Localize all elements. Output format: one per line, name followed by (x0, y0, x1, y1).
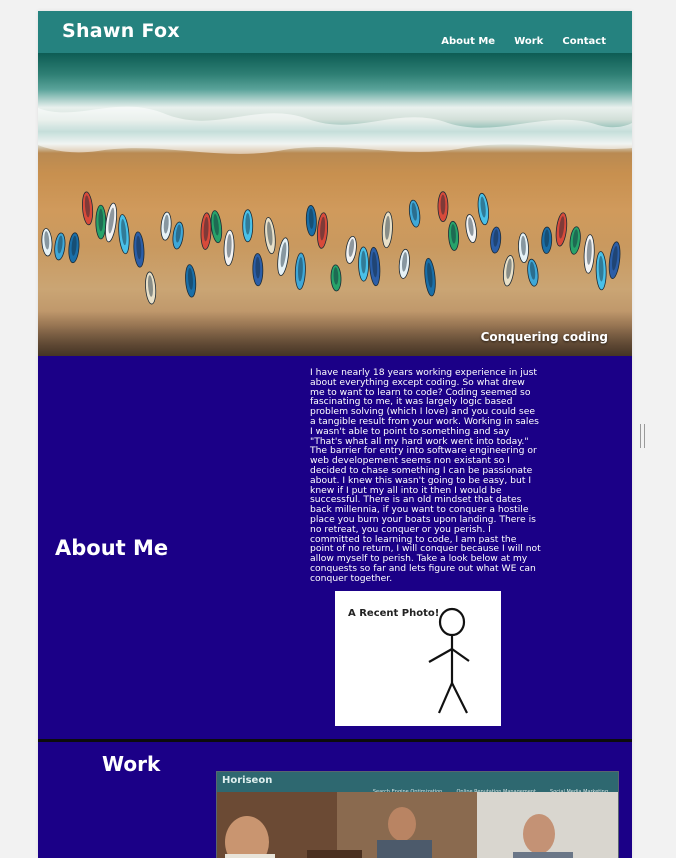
boat-shape (105, 202, 118, 243)
boat-shape (595, 251, 607, 291)
boat-shape (68, 232, 80, 264)
boat-shape (133, 231, 145, 268)
boat-shape (95, 204, 107, 240)
boat-shape (555, 212, 568, 247)
work-heading: Work (102, 752, 161, 776)
boat-shape (541, 226, 553, 254)
boat-shape (242, 209, 254, 243)
boat-shape (210, 210, 223, 244)
boat-shape (437, 191, 449, 223)
boat-shape (608, 241, 621, 279)
main-nav: About Me Work Contact (427, 29, 606, 48)
boat-shape (569, 226, 581, 255)
boat-shape (277, 237, 290, 276)
stick-figure-icon (428, 607, 470, 714)
about-section: About Me I have nearly 18 years working … (38, 356, 632, 739)
boat-shape (345, 235, 357, 264)
recent-photo: A Recent Photo! (335, 591, 501, 726)
boat-shape (369, 246, 381, 287)
boat-shape (477, 192, 490, 226)
nav-about-me[interactable]: About Me (441, 36, 495, 47)
boat-shape (185, 264, 197, 298)
boat-shape (54, 232, 66, 261)
brand-name[interactable]: Shawn Fox (62, 20, 180, 42)
page-container: Shawn Fox About Me Work Contact Conqueri… (38, 11, 632, 858)
boat-shape (527, 258, 539, 287)
boat-shape (503, 255, 515, 287)
nav-contact[interactable]: Contact (562, 36, 606, 47)
hero-image: Conquering coding (38, 53, 632, 356)
boat-shape (358, 246, 369, 282)
boat-shape (398, 248, 410, 279)
preview-logo: Horiseon (222, 775, 273, 786)
preview-header: Horiseon Search Engine Optimization Onli… (217, 772, 618, 795)
boat-shape (408, 199, 421, 228)
boat-shape (200, 212, 212, 250)
boat-shape (490, 226, 502, 254)
about-text: I have nearly 18 years working experienc… (310, 367, 541, 584)
site-header: Shawn Fox About Me Work Contact (38, 11, 632, 53)
boat-shape (583, 234, 595, 274)
boat-shape (424, 257, 436, 297)
project-screenshot-horiseon[interactable]: Horiseon Search Engine Optimization Onli… (216, 771, 619, 858)
boat-shape (294, 252, 306, 290)
team-photo-illustration (217, 792, 618, 858)
boat-shape (145, 271, 157, 305)
boat-shape (160, 211, 172, 241)
work-section: Work Horiseon Search Engine Optimization… (38, 742, 632, 858)
boat-shape (264, 217, 276, 255)
nav-work[interactable]: Work (514, 36, 543, 47)
resize-handle[interactable] (640, 424, 646, 448)
boat-shape (223, 229, 235, 267)
boat-shape (41, 228, 53, 257)
boat-shape (465, 214, 477, 243)
boat-shape (252, 253, 264, 287)
boat-shape (172, 221, 184, 250)
boat-shape (518, 232, 529, 264)
boat-shape (330, 264, 342, 292)
boat-shape (381, 211, 393, 249)
boat-shape (305, 205, 317, 237)
boat-shape (448, 220, 460, 251)
boat-shape (82, 191, 94, 226)
boat-shape (118, 214, 130, 255)
about-heading: About Me (55, 536, 169, 560)
boat-shape (316, 212, 329, 249)
hero-caption: Conquering coding (480, 330, 608, 344)
